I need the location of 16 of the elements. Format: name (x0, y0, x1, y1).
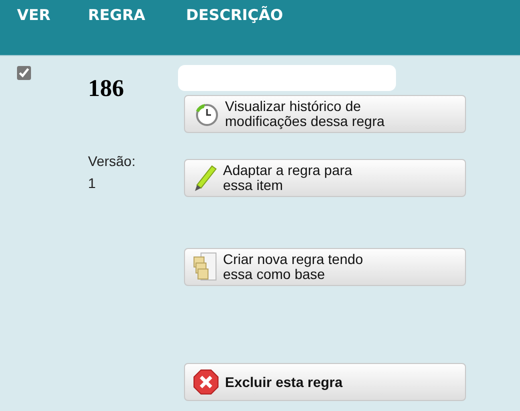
rule-number: 186 (88, 76, 125, 103)
copy-button[interactable]: Criar nova regra tendo essa como base (184, 248, 466, 286)
delete-button[interactable]: Excluir esta regra (184, 363, 466, 401)
history-button[interactable]: Visualizar histórico de modificações dessa regra (184, 95, 466, 133)
close-icon (193, 369, 219, 395)
version-value: 1 (88, 175, 97, 191)
checkbox[interactable] (17, 66, 31, 80)
column-header: REGRA (88, 6, 146, 24)
pen-icon (193, 164, 217, 192)
edit-button[interactable]: Adaptar a regra para essa item (184, 159, 466, 197)
documents-icon (193, 252, 217, 282)
column-header: VER (16, 6, 52, 24)
description-field[interactable] (178, 65, 396, 91)
clock-icon (193, 101, 219, 127)
column-header: DESCRIÇÃO (185, 6, 284, 24)
version-label: Versão: (88, 153, 136, 169)
